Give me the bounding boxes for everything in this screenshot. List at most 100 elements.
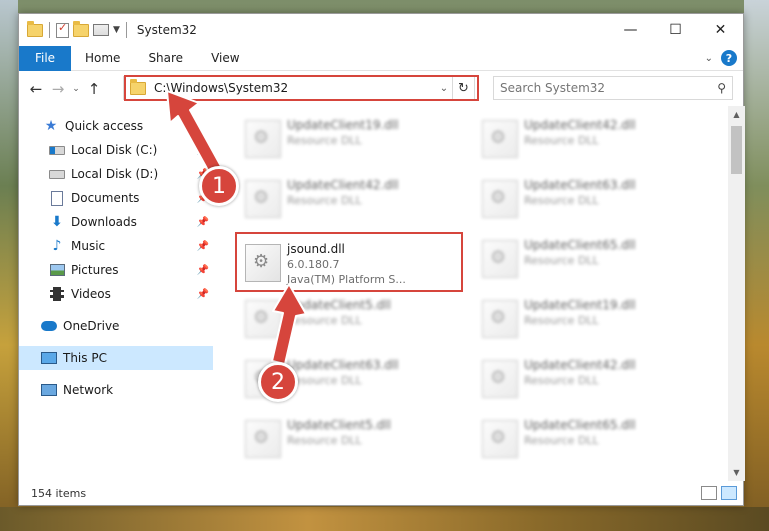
file-tile[interactable]: UpdateClient65.dll Resource DLL bbox=[474, 228, 702, 288]
folder-icon bbox=[130, 78, 146, 95]
file-tile[interactable]: UpdateClient5.dll Resource DLL bbox=[237, 408, 465, 468]
address-dropdown-chevron-icon[interactable]: ⌄ bbox=[436, 83, 452, 94]
dll-file-icon bbox=[482, 420, 518, 458]
sidebar-item-label: Pictures bbox=[71, 263, 119, 277]
pin-icon[interactable]: 📌 bbox=[197, 145, 209, 156]
file-name: UpdateClient5.dll bbox=[287, 418, 391, 432]
music-icon: ♪ bbox=[52, 238, 62, 254]
up-arrow-icon[interactable]: ↑ bbox=[83, 80, 105, 98]
help-icon[interactable]: ? bbox=[721, 50, 737, 66]
close-button[interactable]: ✕ bbox=[698, 14, 743, 46]
vertical-scrollbar[interactable]: ▲ ▼ bbox=[728, 106, 745, 481]
ribbon-right-controls: ⌄ ? bbox=[705, 50, 737, 66]
sidebar-item-label: Videos bbox=[71, 287, 111, 301]
search-input[interactable] bbox=[500, 81, 718, 95]
file-name: UpdateClient63.dll bbox=[287, 358, 399, 372]
properties-check-icon[interactable] bbox=[56, 21, 69, 38]
scroll-thumb[interactable] bbox=[731, 126, 742, 174]
file-tile[interactable]: UpdateClient42.dll Resource DLL bbox=[237, 168, 465, 228]
file-name: UpdateClient42.dll bbox=[524, 118, 636, 132]
scroll-up-arrow-icon[interactable]: ▲ bbox=[728, 106, 745, 123]
address-path[interactable]: C:\Windows\System32 bbox=[154, 81, 436, 95]
recent-locations-chevron-icon[interactable]: ⌄ bbox=[69, 84, 83, 94]
tab-share[interactable]: Share bbox=[134, 46, 197, 71]
navigation-bar: ← → ⌄ ↑ C:\Windows\System32 ⌄ ↻ ⚲ bbox=[19, 71, 743, 106]
expand-ribbon-chevron-icon[interactable]: ⌄ bbox=[705, 53, 713, 64]
tiles-view-icon[interactable] bbox=[721, 486, 737, 500]
file-tile[interactable]: UpdateClient63.dll Resource DLL bbox=[474, 168, 702, 228]
sidebar-item-label: Local Disk (D:) bbox=[71, 167, 159, 181]
file-tile[interactable]: UpdateClient65.dll Resource DLL bbox=[474, 408, 702, 468]
maximize-button[interactable]: ☐ bbox=[653, 14, 698, 46]
file-tile[interactable]: UpdateClient42.dll Resource DLL bbox=[474, 108, 702, 168]
tab-home[interactable]: Home bbox=[71, 46, 134, 71]
file-tile[interactable]: UpdateClient42.dll Resource DLL bbox=[474, 348, 702, 408]
file-tile[interactable]: UpdateClient19.dll Resource DLL bbox=[237, 108, 465, 168]
scroll-down-arrow-icon[interactable]: ▼ bbox=[728, 464, 745, 481]
tab-file[interactable]: File bbox=[19, 45, 71, 71]
new-folder-icon[interactable] bbox=[73, 20, 89, 37]
file-description: Resource DLL bbox=[287, 194, 362, 207]
sidebar-item-music[interactable]: ♪ Music 📌 bbox=[19, 234, 213, 258]
chevron-down-icon[interactable]: ▼ bbox=[113, 25, 120, 35]
sidebar-item-quick-access[interactable]: ★ Quick access bbox=[19, 114, 213, 138]
sidebar-item-videos[interactable]: Videos 📌 bbox=[19, 282, 213, 306]
customize-icon[interactable] bbox=[93, 24, 109, 36]
pictures-icon bbox=[49, 264, 65, 276]
forward-arrow-icon[interactable]: → bbox=[47, 80, 69, 98]
minimize-button[interactable]: — bbox=[608, 14, 653, 46]
refresh-icon[interactable]: ↻ bbox=[452, 77, 474, 99]
sidebar-item-pictures[interactable]: Pictures 📌 bbox=[19, 258, 213, 282]
sidebar-item-local-disk-c[interactable]: Local Disk (C:) 📌 bbox=[19, 138, 213, 162]
file-name: UpdateClient42.dll bbox=[524, 358, 636, 372]
drive-icon bbox=[49, 169, 65, 179]
file-description: Resource DLL bbox=[287, 374, 362, 387]
pin-icon[interactable]: 📌 bbox=[197, 217, 209, 228]
file-description: Resource DLL bbox=[524, 314, 599, 327]
sidebar-item-documents[interactable]: Documents 📌 bbox=[19, 186, 213, 210]
dll-file-icon bbox=[482, 240, 518, 278]
sidebar-item-this-pc[interactable]: This PC bbox=[19, 346, 213, 370]
desktop-background-right bbox=[744, 0, 769, 531]
file-description: Resource DLL bbox=[524, 434, 599, 447]
dll-file-icon bbox=[482, 180, 518, 218]
file-name: UpdateClient42.dll bbox=[287, 178, 399, 192]
file-description: Resource DLL bbox=[524, 254, 599, 267]
onedrive-cloud-icon bbox=[41, 321, 57, 331]
quick-access-toolbar: ▼ bbox=[27, 20, 129, 38]
dll-file-icon bbox=[482, 300, 518, 338]
view-switcher bbox=[701, 486, 737, 500]
pin-icon[interactable]: 📌 bbox=[197, 289, 209, 300]
downloads-icon: ⬇ bbox=[51, 214, 63, 230]
sidebar-item-onedrive[interactable]: OneDrive bbox=[19, 314, 213, 338]
file-name: UpdateClient5.dll bbox=[287, 298, 391, 312]
file-tile-jsound[interactable]: jsound.dll 6.0.180.7 Java(TM) Platform S… bbox=[237, 232, 465, 292]
details-view-icon[interactable] bbox=[701, 486, 717, 500]
address-bar[interactable]: C:\Windows\System32 ⌄ ↻ bbox=[123, 76, 475, 100]
search-box[interactable]: ⚲ bbox=[493, 76, 733, 100]
file-tile[interactable]: UpdateClient5.dll Resource DLL bbox=[237, 288, 465, 348]
status-bar: 154 items bbox=[19, 481, 743, 506]
pin-icon[interactable]: 📌 bbox=[197, 241, 209, 252]
file-description: Resource DLL bbox=[287, 134, 362, 147]
documents-icon bbox=[51, 190, 63, 206]
navigation-pane: ★ Quick access Local Disk (C:) 📌 Local D… bbox=[19, 106, 213, 481]
file-tile[interactable]: UpdateClient19.dll Resource DLL bbox=[474, 288, 702, 348]
tab-view[interactable]: View bbox=[197, 46, 253, 71]
file-description: Resource DLL bbox=[287, 314, 362, 327]
sidebar-item-downloads[interactable]: ⬇ Downloads 📌 bbox=[19, 210, 213, 234]
dll-file-icon bbox=[245, 180, 281, 218]
drive-icon bbox=[49, 145, 65, 155]
sidebar-item-local-disk-d[interactable]: Local Disk (D:) 📌 bbox=[19, 162, 213, 186]
file-description: Resource DLL bbox=[524, 194, 599, 207]
item-count: 154 items bbox=[31, 487, 87, 500]
file-name: UpdateClient19.dll bbox=[524, 298, 636, 312]
sidebar-item-network[interactable]: Network bbox=[19, 378, 213, 402]
back-arrow-icon[interactable]: ← bbox=[25, 80, 47, 98]
file-name: UpdateClient63.dll bbox=[524, 178, 636, 192]
window-controls: — ☐ ✕ bbox=[608, 14, 743, 46]
file-name: UpdateClient65.dll bbox=[524, 238, 636, 252]
sidebar-item-label: Network bbox=[63, 383, 114, 397]
star-icon: ★ bbox=[44, 118, 58, 134]
pin-icon[interactable]: 📌 bbox=[197, 265, 209, 276]
